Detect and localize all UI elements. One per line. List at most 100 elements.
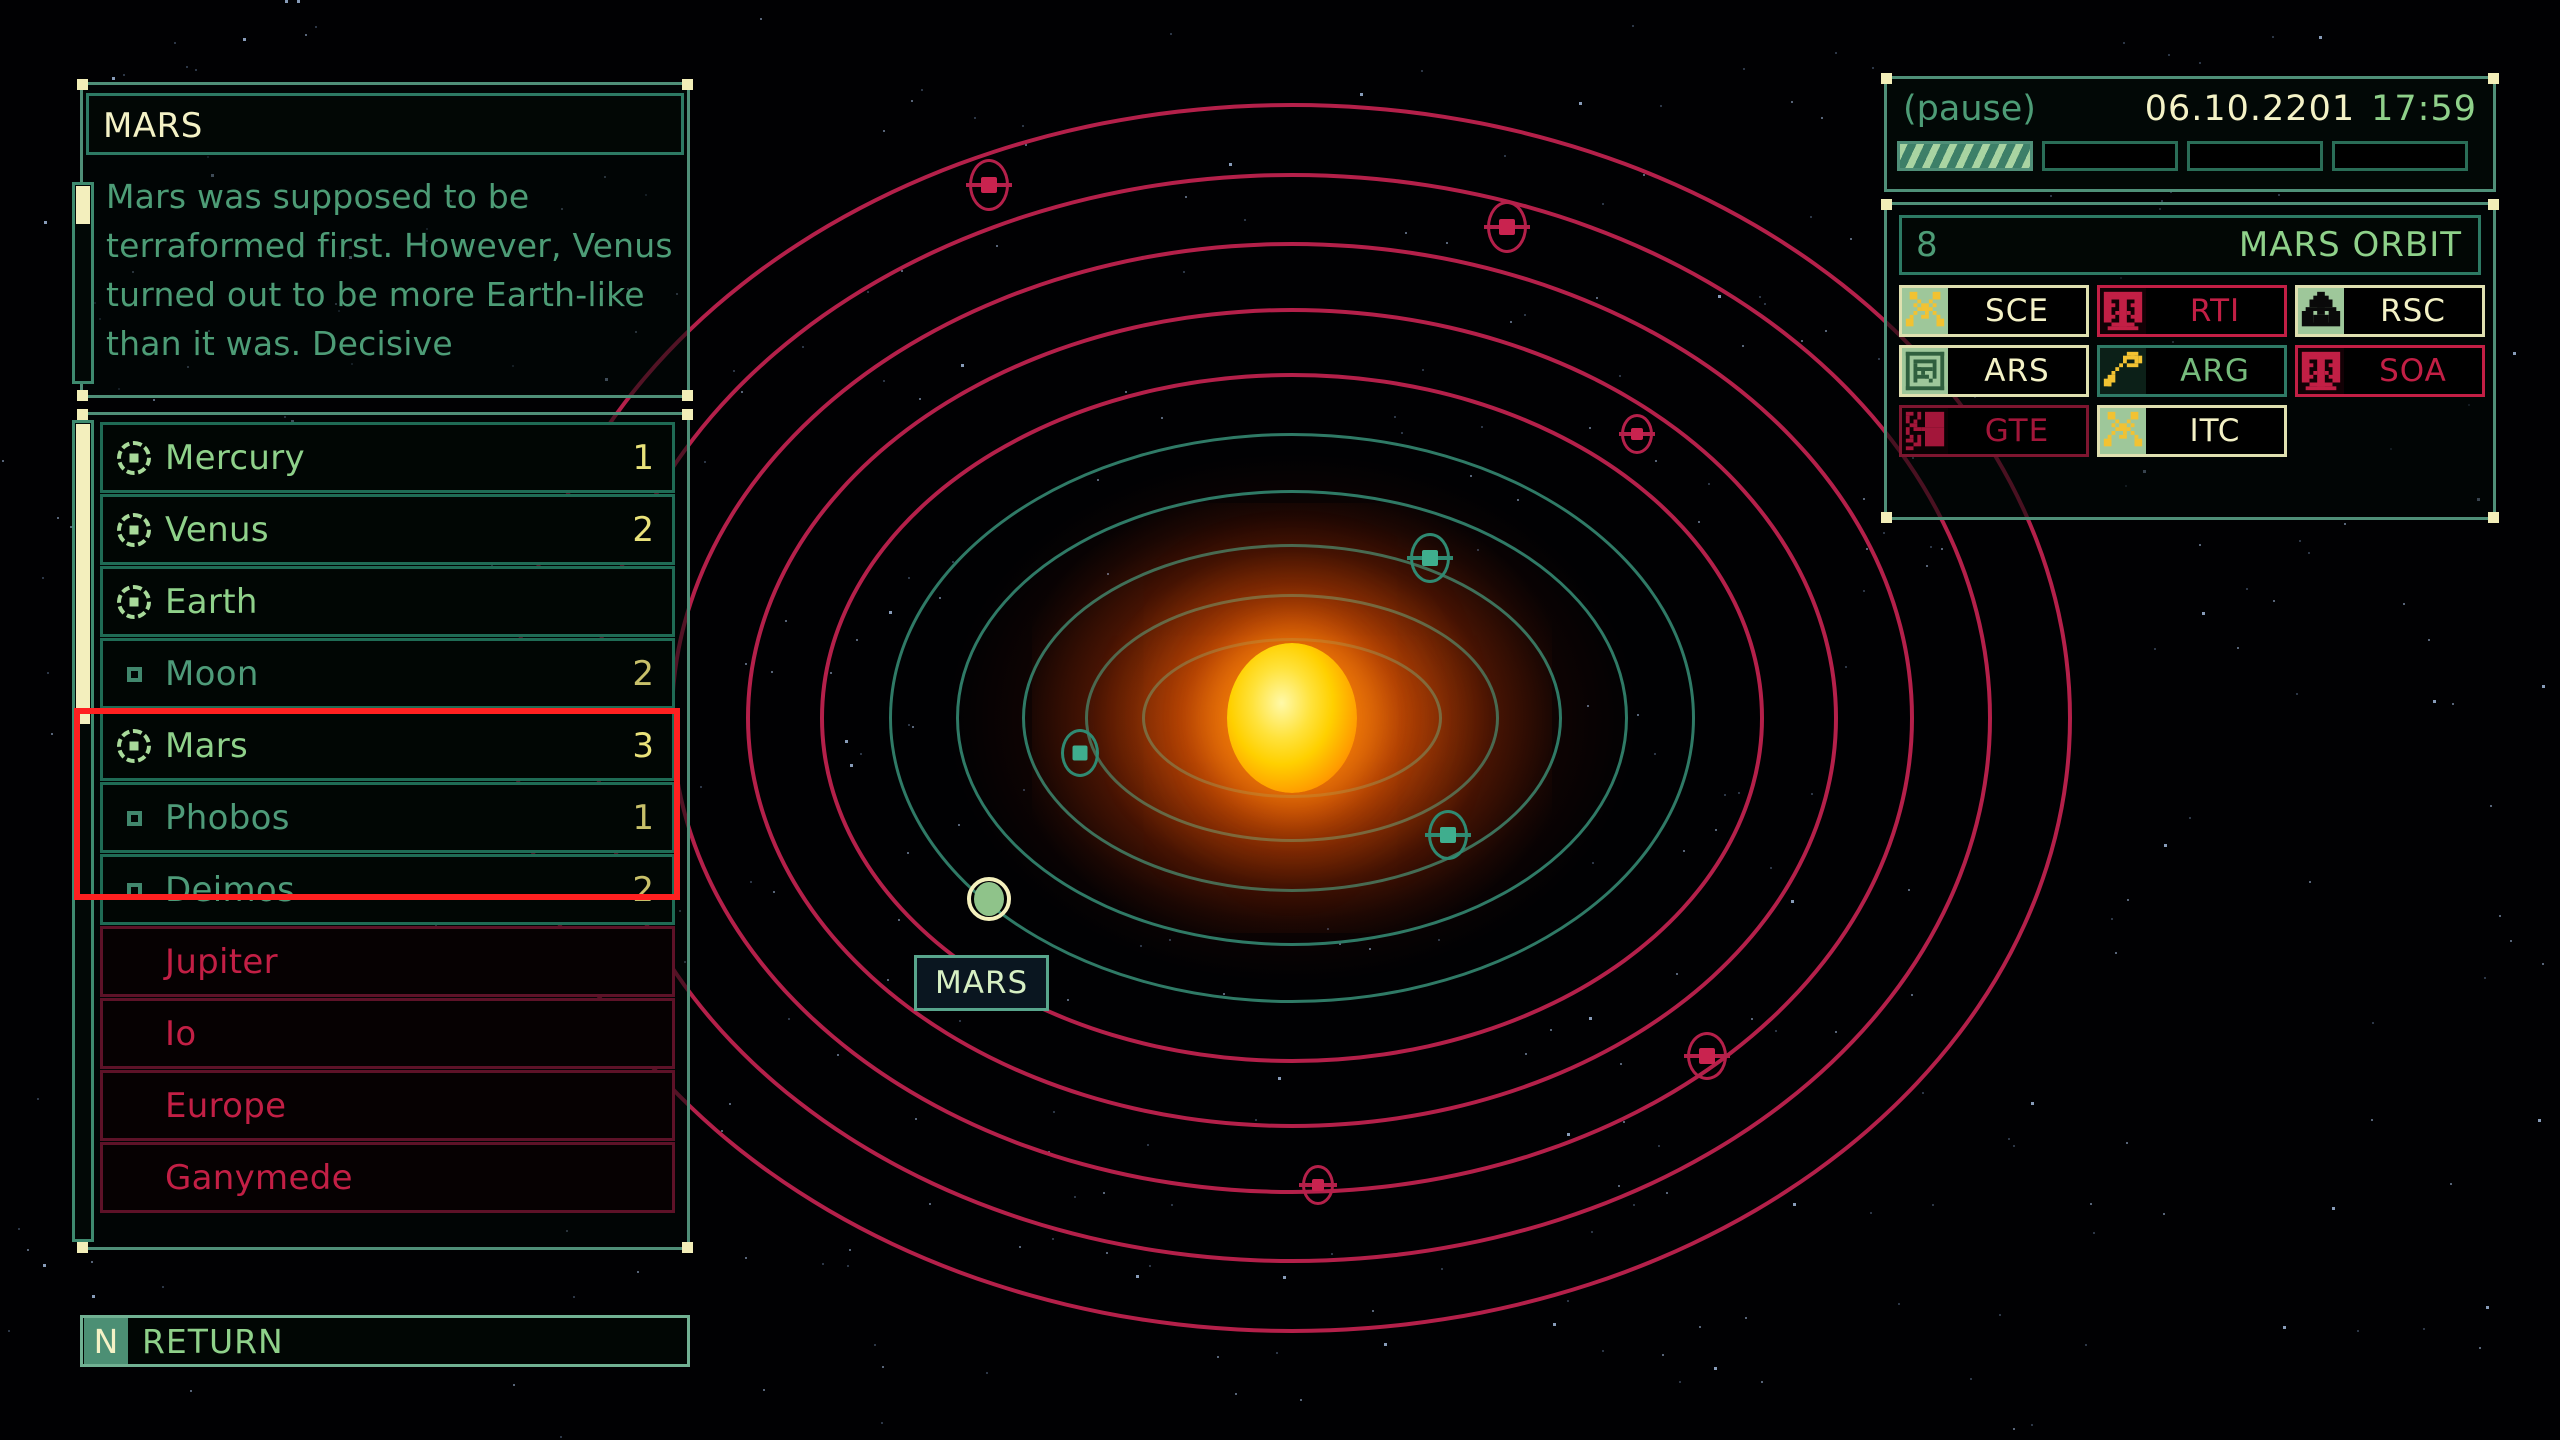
list-item-label: Europe (165, 1085, 287, 1126)
description-scrollbar-thumb[interactable] (76, 186, 90, 224)
speed-step-1[interactable] (1897, 141, 2033, 171)
game-screen: MARS MARS Mars was supposed to be terraf… (0, 0, 2560, 1440)
corner-marker (2488, 199, 2499, 210)
orbit-action-ars[interactable]: ARS (1899, 345, 2089, 397)
orbit-action-rsc[interactable]: RSC (2295, 285, 2485, 337)
corner-marker (77, 390, 88, 401)
pause-status-label: (pause) (1903, 89, 2036, 129)
list-item-label: Moon (165, 653, 259, 694)
planet-icon (117, 512, 151, 547)
body-list-scrollbar-thumb[interactable] (76, 424, 90, 724)
list-item-label: Ganymede (165, 1157, 353, 1198)
corner-marker (1881, 199, 1892, 210)
list-item-label: Venus (165, 509, 269, 550)
planet-marker-outer-d[interactable] (1684, 1030, 1730, 1082)
planet-marker-outer-e[interactable] (1299, 1163, 1337, 1207)
orbit-index: 8 (1916, 225, 1938, 265)
crossed-tools-icon (1902, 288, 1948, 334)
list-item-ganymede[interactable]: Ganymede (100, 1142, 675, 1213)
planet-marker-inner-a[interactable] (1407, 531, 1453, 585)
planet-marker-inner-b[interactable] (1058, 728, 1102, 778)
body-title-box: MARS (86, 93, 684, 155)
list-item-deimos[interactable]: Deimos 2 (100, 854, 675, 925)
resource-icon (2298, 288, 2344, 334)
list-item-phobos[interactable]: Phobos 1 (100, 782, 675, 853)
speed-control-group (1897, 141, 2468, 171)
list-item-count: 3 (632, 725, 654, 766)
orbit-action-gte[interactable]: GTE (1899, 405, 2089, 457)
speed-step-3[interactable] (2187, 141, 2323, 171)
list-item-label: Io (165, 1013, 197, 1054)
page-title: MARS (103, 106, 203, 146)
planet-icon (117, 440, 151, 475)
list-item-jupiter[interactable]: Jupiter (100, 926, 675, 997)
sun (1227, 643, 1357, 793)
planet-icon (117, 728, 151, 763)
orbit-action-label: ITC (2189, 413, 2241, 449)
corner-marker (682, 79, 693, 90)
clock-row: (pause) 06.10.2201 17:59 (1887, 79, 2493, 139)
corner-marker (682, 409, 693, 420)
speed-step-2[interactable] (2042, 141, 2178, 171)
list-item-label: Mars (165, 725, 249, 766)
orbit-header: 8 MARS ORBIT (1899, 215, 2481, 275)
corner-marker (77, 79, 88, 90)
return-button[interactable]: N RETURN (80, 1315, 690, 1367)
list-item-venus[interactable]: Venus 2 (100, 494, 675, 565)
planet-marker-outer-b[interactable] (1484, 199, 1530, 255)
orbit-action-label: SOA (2379, 353, 2447, 389)
orbit-action-label: GTE (1984, 413, 2050, 449)
list-item-mercury[interactable]: Mercury 1 (100, 422, 675, 493)
planet-marker-outer-c[interactable] (1619, 413, 1655, 455)
list-item-moon[interactable]: Moon 2 (100, 638, 675, 709)
list-item-count: 2 (632, 653, 654, 694)
list-item-mars[interactable]: Mars 3 (100, 710, 675, 781)
list-item-io[interactable]: Io (100, 998, 675, 1069)
body-list: Mercury 1 Venus 2 Earth Moon 2 Mars 3 Phobos 1 Deim… (100, 422, 675, 1214)
orbit-action-arg[interactable]: ARG (2097, 345, 2287, 397)
corner-marker (77, 1242, 88, 1253)
orbit-action-label: RSC (2380, 293, 2446, 329)
corner-marker (682, 390, 693, 401)
moon-icon (117, 801, 151, 835)
list-item-count: 2 (632, 509, 654, 550)
list-item-label: Phobos (165, 797, 290, 838)
map-label-mars: MARS (914, 955, 1050, 1011)
factory-icon (2298, 348, 2344, 394)
orbit-action-soa[interactable]: SOA (2295, 345, 2485, 397)
orbit-action-itc[interactable]: ITC (2097, 405, 2287, 457)
planet-icon (117, 584, 151, 619)
list-item-label: Earth (165, 581, 258, 622)
orbit-action-sce[interactable]: SCE (1899, 285, 2089, 337)
speed-step-4[interactable] (2332, 141, 2468, 171)
return-key-badge: N (84, 1318, 128, 1364)
selected-planet-marker-mars[interactable] (967, 877, 1011, 921)
list-item-earth[interactable]: Earth (100, 566, 675, 637)
list-item-count: 2 (632, 869, 654, 910)
planet-body (974, 882, 1004, 916)
datetime-group: 06.10.2201 17:59 (2145, 89, 2477, 129)
orbit-action-label: SCE (1985, 293, 2049, 329)
factory-icon (2100, 288, 2146, 334)
planet-marker-outer-a[interactable] (966, 157, 1012, 213)
key-icon (2100, 348, 2146, 394)
list-item-europe[interactable]: Europe (100, 1070, 675, 1141)
return-button-label: RETURN (142, 1321, 284, 1361)
clock-panel: (pause) 06.10.2201 17:59 (1881, 73, 2499, 192)
corner-marker (2488, 512, 2499, 523)
orbit-actions-panel: 8 MARS ORBIT SCE RTI RSC ARS ARG SOA GTE ITC (1881, 199, 2499, 523)
orbit-name: MARS ORBIT (2238, 225, 2462, 265)
orbit-action-buttons: SCE RTI RSC ARS ARG SOA GTE ITC (1899, 285, 2487, 457)
crossed-tools-icon (2100, 408, 2146, 454)
moon-icon (117, 873, 151, 907)
corner-marker (682, 1242, 693, 1253)
corner-marker (77, 409, 88, 420)
corner-marker (1881, 512, 1892, 523)
list-item-count: 1 (632, 797, 654, 838)
chart-icon (1902, 348, 1948, 394)
list-item-label: Deimos (165, 869, 295, 910)
planet-marker-inner-c[interactable] (1425, 808, 1471, 862)
list-item-label: Jupiter (165, 941, 278, 982)
orbit-action-rti[interactable]: RTI (2097, 285, 2287, 337)
description-text: Mars was supposed to be terraformed firs… (106, 177, 673, 363)
